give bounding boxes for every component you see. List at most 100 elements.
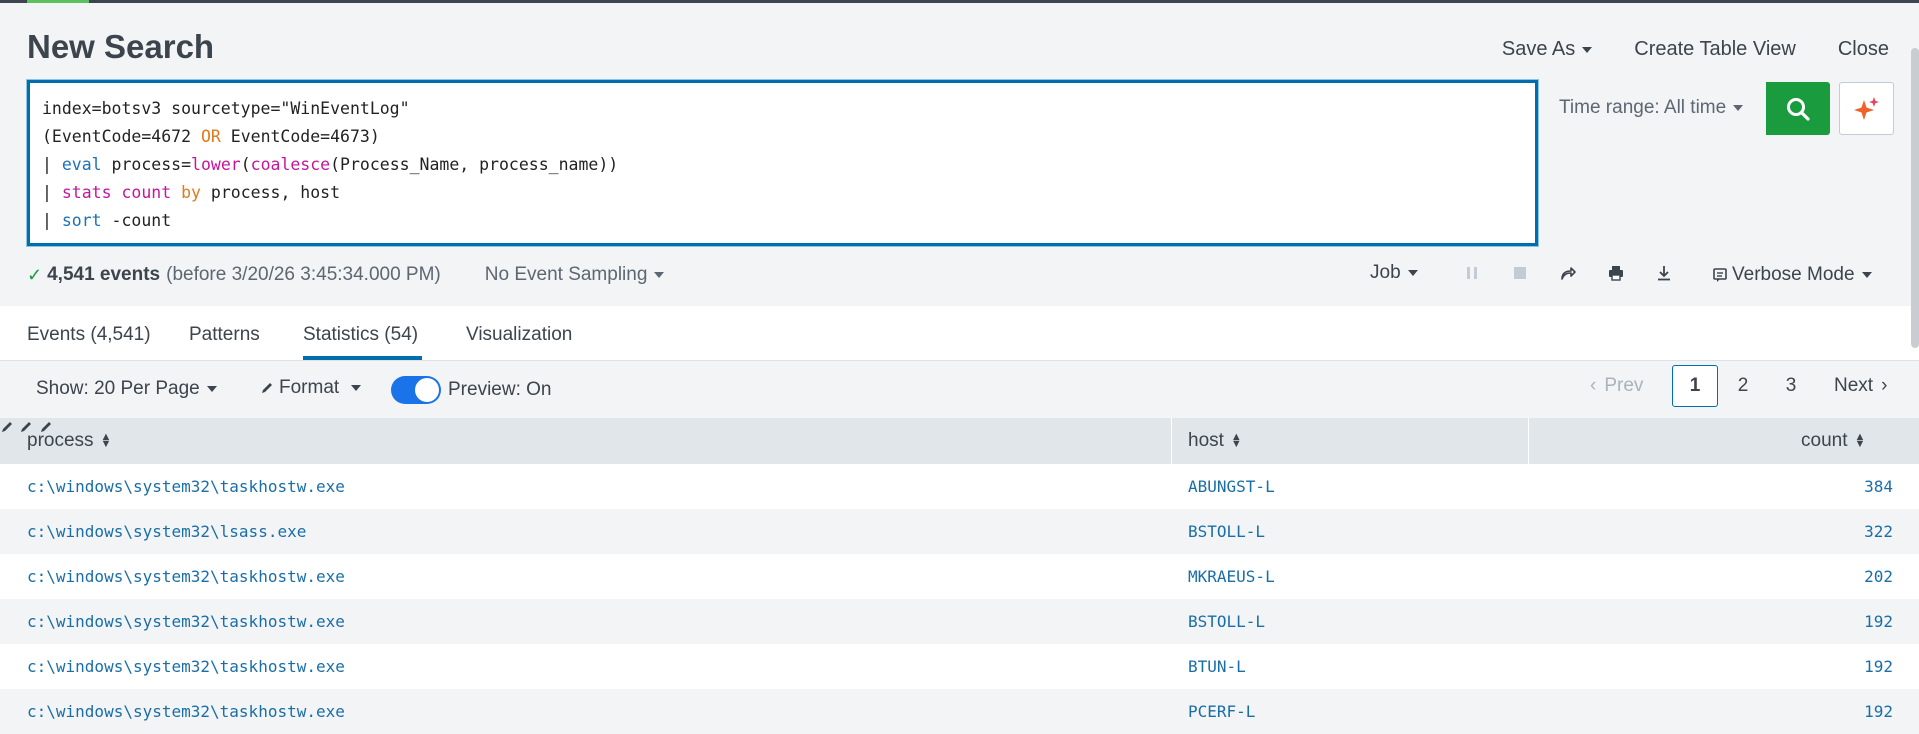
print-icon [1608,266,1623,281]
toggle-knob [415,378,439,402]
host-cell[interactable]: BSTOLL-L [1188,599,1265,644]
column-header-count[interactable]: count ▲ ▼ [1801,418,1865,464]
count-cell[interactable]: 322 [1864,509,1893,554]
host-cell[interactable]: MKRAEUS-L [1188,554,1275,599]
table-header: process ▲ ▼ host ▲ ▼ count ▲ ▼ [0,418,1919,464]
sparkle-icon [1853,96,1879,120]
export-button[interactable] [1640,264,1688,282]
column-header-process[interactable]: process ▲ ▼ [27,418,111,464]
caret-down-icon [654,272,665,278]
rows-per-page-dropdown[interactable]: Show: 20 Per Page [36,378,217,400]
progress-fill [27,0,89,3]
caret-down-icon [206,386,217,392]
host-cell[interactable]: BTUN-L [1188,644,1246,689]
count-cell[interactable]: 384 [1864,464,1893,509]
stop-button[interactable] [1496,266,1544,280]
process-cell[interactable]: c:\windows\system32\taskhostw.exe [27,599,345,644]
column-header-label: host [1188,430,1224,451]
check-icon: ✓ [27,264,43,285]
tab-events[interactable]: Events (4,541) [27,324,151,346]
job-status: ✓ 4,541 events (before 3/20/26 3:45:34.0… [27,264,665,286]
sort-icon: ▲ ▼ [100,431,112,450]
event-sampling-label: No Event Sampling [484,264,648,285]
page-1-button[interactable]: 1 [1672,365,1718,407]
query-line-3: | eval process=lower(coalesce(Process_Na… [42,155,619,174]
search-query-editor[interactable]: index=botsv3 sourcetype="WinEventLog" (E… [27,80,1538,246]
results-tabs: Events (4,541) Patterns Statistics (54) … [0,306,1919,361]
count-cell[interactable]: 202 [1864,554,1893,599]
process-cell[interactable]: c:\windows\system32\taskhostw.exe [27,554,345,599]
print-button[interactable] [1592,264,1640,282]
tab-visualization[interactable]: Visualization [466,324,572,346]
table-row: c:\windows\system32\taskhostw.exe PCERF-… [0,689,1919,734]
host-cell[interactable]: BSTOLL-L [1188,509,1265,554]
table-row: c:\windows\system32\taskhostw.exe BTUN-L… [0,644,1919,689]
edit-column-icon[interactable] [0,420,14,434]
search-mode-label: Verbose Mode [1732,264,1855,285]
column-divider [1528,418,1529,464]
count-cell[interactable]: 192 [1864,689,1893,734]
pause-button[interactable] [1448,266,1496,280]
preview-label: Preview: On [448,379,552,400]
ai-assistant-button[interactable] [1839,82,1894,135]
page-3-button[interactable]: 3 [1768,365,1814,407]
search-mode-dropdown[interactable]: Verbose Mode [1712,264,1872,286]
table-row: c:\windows\system32\taskhostw.exe ABUNGS… [0,464,1919,509]
caret-down-icon [1582,46,1593,53]
process-cell[interactable]: c:\windows\system32\taskhostw.exe [27,689,345,734]
pagination: ‹ Prev 1 2 3 Next › [1590,365,1887,407]
page-scrollbar[interactable] [1911,48,1919,348]
time-range-picker[interactable]: Time range: All time [1545,82,1765,134]
sort-icon: ▲ ▼ [1854,431,1866,450]
time-range-label: Time range: All time [1559,97,1727,118]
chevron-right-icon: › [1881,375,1888,396]
preview-toggle[interactable] [391,376,441,404]
column-header-host[interactable]: host ▲ ▼ [1188,418,1242,464]
document-icon [1713,268,1727,282]
process-cell[interactable]: c:\windows\system32\lsass.exe [27,509,306,554]
share-icon [1560,267,1576,280]
search-button[interactable] [1766,82,1830,135]
format-dropdown[interactable]: Format [260,377,362,399]
page-2-button[interactable]: 2 [1720,365,1766,407]
host-cell[interactable]: ABUNGST-L [1188,464,1275,509]
event-sampling-dropdown[interactable]: No Event Sampling [485,264,665,286]
job-label: Job [1370,262,1401,283]
process-cell[interactable]: c:\windows\system32\taskhostw.exe [27,464,345,509]
download-icon [1657,266,1670,281]
search-icon [1787,97,1810,121]
host-cell[interactable]: PCERF-L [1188,689,1255,734]
job-menu[interactable]: Job [1370,262,1418,284]
process-cell[interactable]: c:\windows\system32\taskhostw.exe [27,644,345,689]
top-progress-bar [0,0,1919,3]
query-line-1: index=botsv3 sourcetype="WinEventLog" [42,99,410,118]
next-page-button[interactable]: Next › [1834,375,1887,397]
count-cell[interactable]: 192 [1864,644,1893,689]
tab-statistics[interactable]: Statistics (54) [303,324,418,346]
active-tab-indicator [303,356,422,360]
job-controls: Job [1370,262,1688,284]
caret-down-icon [1861,272,1872,278]
column-header-label: count [1801,430,1848,451]
table-row: c:\windows\system32\taskhostw.exe MKRAEU… [0,554,1919,599]
table-row: c:\windows\system32\lsass.exe BSTOLL-L 3… [0,509,1919,554]
create-table-view-button[interactable]: Create Table View [1634,38,1796,61]
prev-page-button[interactable]: ‹ Prev [1590,375,1670,397]
query-line-5: | sort -count [42,211,172,230]
rows-per-page-label: Show: 20 Per Page [36,378,200,399]
share-button[interactable] [1544,264,1592,282]
next-label: Next [1834,375,1874,396]
save-as-label: Save As [1501,38,1576,60]
sort-icon: ▲ ▼ [1230,431,1242,450]
prev-label: Prev [1604,375,1644,396]
stop-icon [1513,267,1526,279]
table-row: c:\windows\system32\taskhostw.exe BSTOLL… [0,599,1919,644]
event-time-range: (before 3/20/26 3:45:34.000 PM) [166,264,441,285]
caret-down-icon [351,385,362,391]
count-cell[interactable]: 192 [1864,599,1893,644]
tab-patterns[interactable]: Patterns [189,324,260,346]
pause-icon [1466,267,1477,279]
save-as-menu[interactable]: Save As [1501,38,1593,61]
query-line-2: (EventCode=4672 OR EventCode=4673) [42,127,380,146]
close-button[interactable]: Close [1838,38,1889,61]
